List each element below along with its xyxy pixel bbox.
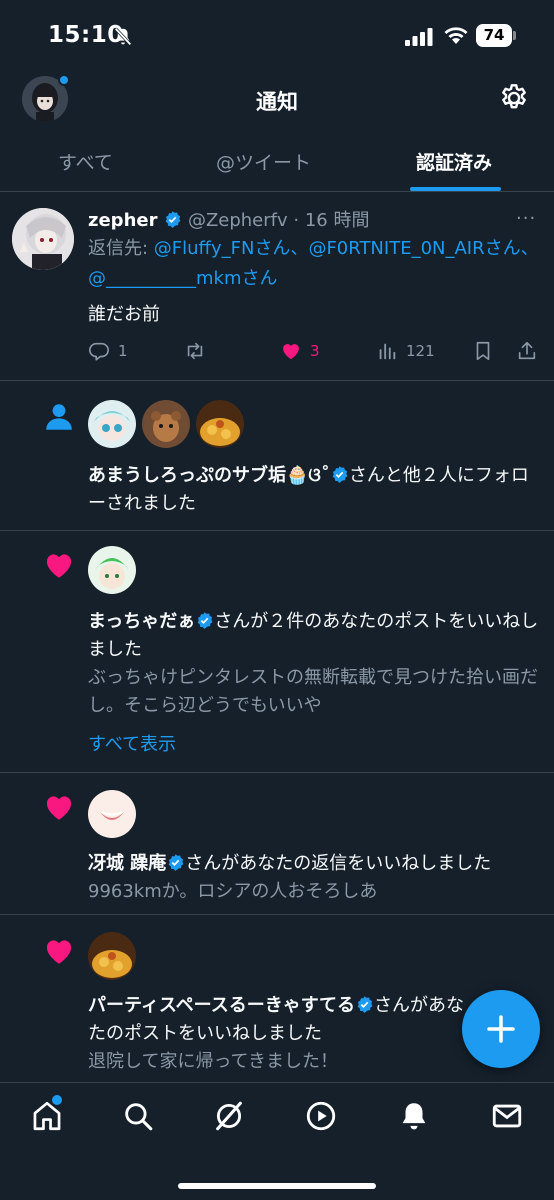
share-icon xyxy=(518,341,536,360)
liker-avatar-image xyxy=(88,932,136,980)
follower-avatar-2[interactable] xyxy=(142,400,190,448)
tweet-actions: 1 3 121 xyxy=(0,336,554,366)
status-bar: 15:10 74 xyxy=(0,0,554,72)
battery-level: 74 xyxy=(476,24,512,47)
verified-badge-icon xyxy=(197,612,213,629)
reply-mention-1[interactable]: @Fluffy_FN xyxy=(154,238,255,259)
notifier-name[interactable]: 冴城 躁庵 xyxy=(88,853,166,874)
heart-filled-icon xyxy=(283,344,299,360)
reply-sep-1: さん、 xyxy=(254,238,309,259)
bell-muted-icon xyxy=(114,27,132,46)
reply-to-line: 返信先: @Fluffy_FNさん、@F0RTNITE_0N_AIRさん、@__… xyxy=(88,234,544,294)
verified-badge-icon xyxy=(168,854,184,871)
reply-button[interactable]: 1 xyxy=(88,336,128,366)
verified-badge-icon xyxy=(357,996,373,1013)
repost-button[interactable] xyxy=(184,336,214,366)
active-tab-indicator xyxy=(410,187,501,191)
compose-button[interactable] xyxy=(462,990,540,1068)
follower-avatar-3-image xyxy=(196,400,244,448)
follow-notification-text: あまうしろっぷのサブ垢🧁ଓ˚ さんと他２人にフォローされました xyxy=(88,462,544,518)
notifier-name[interactable]: パーティスペースるーきゃすてる xyxy=(88,995,355,1016)
divider xyxy=(0,530,554,531)
battery-indicator: 74 xyxy=(476,24,516,47)
like-count: 3 xyxy=(310,342,320,360)
tweet-author-avatar[interactable] xyxy=(12,208,74,270)
heart-filled-icon xyxy=(46,796,72,820)
notifier-name[interactable]: まっちゃだぁ xyxy=(88,611,195,632)
verified-badge-icon xyxy=(332,466,348,483)
home-indicator xyxy=(178,1183,376,1189)
views-button[interactable]: 121 xyxy=(376,336,435,366)
like-notification-text: パーティスペースるーきゃすてる さんがあなたのポストをいいねしました xyxy=(88,992,468,1048)
verified-badge-icon xyxy=(165,211,181,228)
tweet-author-avatar-image xyxy=(12,208,74,270)
follower-avatar-2-image xyxy=(142,400,190,448)
mail-icon[interactable] xyxy=(490,1099,524,1133)
top-header: 通知 xyxy=(0,72,554,124)
heart-filled-icon xyxy=(46,554,72,578)
heart-filled-icon xyxy=(46,940,72,964)
repost-icon xyxy=(187,342,203,360)
reply-icon xyxy=(89,342,109,361)
view-count: 121 xyxy=(406,342,435,360)
notification-tabs: すべて @ツイート 認証済み xyxy=(0,130,554,192)
bottom-navigation xyxy=(0,1082,554,1200)
home-new-dot xyxy=(52,1095,62,1105)
like-notification-text: 冴城 躁庵 さんがあなたの返信をいいねしました xyxy=(88,850,544,878)
reply-mention-3[interactable]: @__________mkm xyxy=(88,268,242,289)
follower-avatar-1-image xyxy=(88,400,136,448)
more-options-button[interactable]: ··· xyxy=(516,208,536,229)
divider xyxy=(0,772,554,773)
share-button[interactable] xyxy=(516,336,546,366)
tab-mentions[interactable]: @ツイート xyxy=(216,148,311,175)
reply-sep-3: さん xyxy=(241,268,278,289)
wifi-icon xyxy=(444,27,468,44)
reply-mention-2[interactable]: @F0RTNITE_0N_AIR xyxy=(308,238,484,259)
plus-icon xyxy=(487,1015,515,1043)
liker-avatar[interactable] xyxy=(88,790,136,838)
bell-filled-icon[interactable] xyxy=(397,1099,431,1133)
gear-icon[interactable] xyxy=(498,82,530,114)
tweet-timestamp: · 16 時間 xyxy=(293,210,370,231)
show-all-link[interactable]: すべて表示 xyxy=(88,730,176,756)
reply-count: 1 xyxy=(118,342,128,360)
tweet-author-name[interactable]: zepher xyxy=(88,210,157,231)
signal-icon xyxy=(405,28,433,46)
notification-message: さんがあなたの返信をいいねしました xyxy=(185,853,492,874)
tweet-text: 誰だお前 xyxy=(88,304,160,325)
liker-avatar[interactable] xyxy=(88,932,136,980)
bookmark-icon xyxy=(476,341,490,361)
liker-avatar-image xyxy=(88,790,136,838)
divider xyxy=(0,380,554,381)
tweet-header: zepher @Zepherfv · 16 時間 xyxy=(88,206,369,232)
liked-post-preview[interactable]: 9963kmか。ロシアの人おそろしあ xyxy=(88,878,544,906)
follower-avatar-1[interactable] xyxy=(88,400,136,448)
bookmark-button[interactable] xyxy=(472,336,502,366)
analytics-icon xyxy=(379,343,396,360)
tab-verified[interactable]: 認証済み xyxy=(416,148,492,175)
reply-sep-2: さん、 xyxy=(484,238,539,259)
liker-avatar-image xyxy=(88,546,136,594)
tab-all[interactable]: すべて xyxy=(58,148,113,175)
reply-prefix: 返信先: xyxy=(88,238,154,259)
video-play-icon[interactable] xyxy=(304,1099,338,1133)
liker-avatar[interactable] xyxy=(88,546,136,594)
follower-avatar-3[interactable] xyxy=(196,400,244,448)
search-icon[interactable] xyxy=(121,1099,155,1133)
person-icon xyxy=(46,404,72,430)
battery-cap xyxy=(513,31,516,40)
like-button[interactable]: 3 xyxy=(280,336,320,366)
page-title: 通知 xyxy=(256,90,298,114)
notifier-name[interactable]: あまうしろっぷのサブ垢🧁ଓ˚ xyxy=(88,465,330,486)
divider xyxy=(0,914,554,915)
grok-icon[interactable] xyxy=(212,1099,246,1133)
tweet-author-handle[interactable]: @Zepherfv xyxy=(188,210,288,231)
like-notification-text: まっちゃだぁ さんが２件のあなたのポストをいいねしました xyxy=(88,608,544,664)
new-badge-dot xyxy=(58,74,70,86)
liked-post-preview[interactable]: ぶっちゃけピンタレストの無断転載で見つけた拾い画だし。そこら辺どうでもいいや xyxy=(88,664,544,720)
